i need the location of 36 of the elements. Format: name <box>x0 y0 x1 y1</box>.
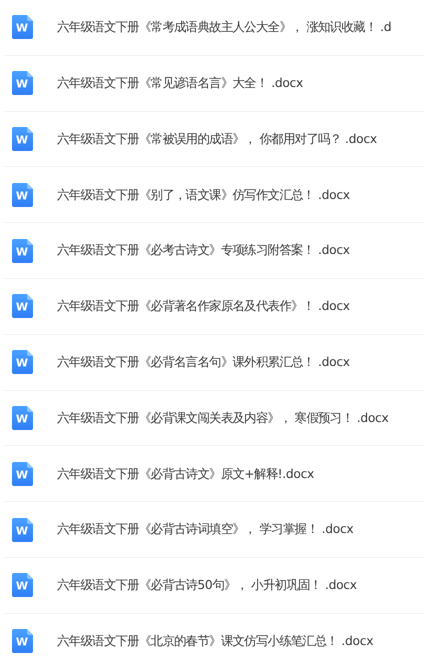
file-row[interactable]: W 六年级语文下册《必背名言名句》课外积累汇总！ .docx <box>4 334 424 391</box>
file-name: 六年级语文下册《必背古诗文》原文+解释!.docx <box>57 466 314 483</box>
file-row[interactable]: W 六年级语文下册《必背课文闯关表及内容》， 寒假预习！ .docx <box>4 390 424 446</box>
file-row[interactable]: W 六年级语文下册《必背古诗50句》， 小升初巩固！ .docx <box>4 558 424 614</box>
file-row[interactable]: W 六年级语文下册《常被误用的成语》， 你都用对了吗？ .docx <box>4 112 424 168</box>
word-file-icon: W <box>12 518 33 542</box>
file-name: 六年级语文下册《北京的春节》课文仿写小练笔汇总！ .docx <box>57 632 374 650</box>
file-name: 六年级语文下册《常见谚语名言》大全！ .docx <box>57 74 303 92</box>
file-name: 六年级语文下册《必背古诗词填空》， 学习掌握！ .docx <box>57 521 354 538</box>
word-file-icon: W <box>12 182 33 207</box>
word-file-icon: W <box>12 238 33 263</box>
word-file-icon: W <box>12 462 33 486</box>
file-name: 六年级语文下册《必背著名作家原名及代表作》！ .docx <box>57 298 350 316</box>
file-row[interactable]: W 六年级语文下册《必背古诗文》原文+解释!.docx <box>4 446 424 502</box>
file-row[interactable]: W 六年级语文下册《常考成语典故主人公大全》， 涨知识收藏！ .d <box>4 0 424 56</box>
word-file-icon: W <box>12 573 33 598</box>
file-name: 六年级语文下册《必背课文闯关表及内容》， 寒假预习！ .docx <box>57 410 388 427</box>
word-file-icon: W <box>12 15 33 40</box>
file-name: 六年级语文下册《必背名言名句》课外积累汇总！ .docx <box>57 354 350 371</box>
file-row[interactable]: W 六年级语文下册《北京的春节》课文仿写小练笔汇总！ .docx <box>4 614 424 665</box>
word-file-icon: W <box>12 294 33 318</box>
file-name: 六年级语文下册《必考古诗文》专项练习附答案！ .docx <box>57 242 350 260</box>
word-file-icon: W <box>12 406 33 430</box>
file-name: 六年级语文下册《常考成语典故主人公大全》， 涨知识收藏！ .d <box>57 19 392 36</box>
file-row[interactable]: W 六年级语文下册《常见谚语名言》大全！ .docx <box>4 56 424 112</box>
word-file-icon: W <box>12 126 33 151</box>
word-file-icon: W <box>12 629 33 654</box>
file-name: 六年级语文下册《别了，语文课》仿写作文汇总！ .docx <box>57 186 350 204</box>
file-row[interactable]: W 六年级语文下册《必背著名作家原名及代表作》！ .docx <box>4 278 424 335</box>
word-file-icon: W <box>12 350 33 374</box>
word-file-icon: W <box>12 71 33 96</box>
file-row[interactable]: W 六年级语文下册《必考古诗文》专项练习附答案！ .docx <box>4 223 424 279</box>
file-name: 六年级语文下册《必背古诗50句》， 小升初巩固！ .docx <box>57 577 357 594</box>
file-row[interactable]: W 六年级语文下册《别了，语文课》仿写作文汇总！ .docx <box>4 167 424 224</box>
file-row[interactable]: W 六年级语文下册《必背古诗词填空》， 学习掌握！ .docx <box>4 502 424 558</box>
file-name: 六年级语文下册《常被误用的成语》， 你都用对了吗？ .docx <box>57 130 377 148</box>
